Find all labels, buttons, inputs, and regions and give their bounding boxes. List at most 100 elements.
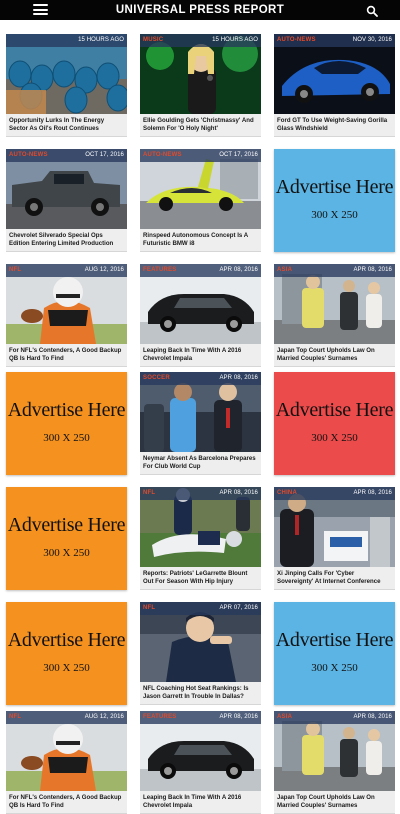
article-title[interactable]: For NFL's Contenders, A Good Backup QB I… <box>9 347 124 364</box>
article-date: APR 07, 2016 <box>219 605 258 611</box>
article-date: NOV 30, 2016 <box>352 37 392 43</box>
article-date: APR 08, 2016 <box>353 490 392 496</box>
ad-banner[interactable]: Advertise Here 300 X 250 <box>6 602 127 705</box>
article-caption: Leaping Back In Time With A 2016 Chevrol… <box>140 791 261 814</box>
ad-size-label: 300 X 250 <box>311 662 358 674</box>
article-card[interactable]: AUTO-NEWS OCT 17, 2016 Rinspeed Autonomo… <box>140 149 261 252</box>
article-title[interactable]: Reports: Patriots' LeGarrette Blount Out… <box>143 570 258 587</box>
article-tag-bar: MUSIC 15 HOURS AGO <box>140 34 261 47</box>
article-card[interactable]: AUTO-NEWS NOV 30, 2016 Ford GT To Use We… <box>274 34 395 137</box>
article-tag-bar: NFL AUG 12, 2016 <box>6 711 127 724</box>
article-date: 15 HOURS AGO <box>78 37 124 43</box>
search-icon[interactable] <box>366 4 378 17</box>
article-title[interactable]: Leaping Back In Time With A 2016 Chevrol… <box>143 794 258 811</box>
article-card[interactable]: AUTO-NEWS OCT 17, 2016 Chevrolet Silvera… <box>6 149 127 252</box>
article-card[interactable]: ASIA APR 08, 2016 Japan Top Court Uphold… <box>274 711 395 814</box>
article-title[interactable]: Rinspeed Autonomous Concept Is A Futuris… <box>143 232 258 249</box>
article-date: APR 08, 2016 <box>219 267 258 273</box>
article-category[interactable]: NFL <box>143 489 155 498</box>
article-tag-bar: FEATURES APR 08, 2016 <box>140 264 261 277</box>
ad-banner[interactable]: Advertise Here 300 X 250 <box>6 487 127 590</box>
article-category[interactable]: NFL <box>9 266 21 275</box>
article-category[interactable]: ASIA <box>277 713 292 722</box>
article-date: 15 HOURS AGO <box>212 37 258 43</box>
article-title[interactable]: For NFL's Contenders, A Good Backup QB I… <box>9 794 124 811</box>
article-title[interactable]: Japan Top Court Upholds Law On Married C… <box>277 794 392 811</box>
article-date: OCT 17, 2016 <box>85 152 124 158</box>
ad-size-label: 300 X 250 <box>311 209 358 221</box>
article-card[interactable]: MUSIC 15 HOURS AGO Ellie Goulding Gets '… <box>140 34 261 137</box>
article-card[interactable]: SOCCER APR 08, 2016 Neymar Absent As Bar… <box>140 372 261 475</box>
article-title[interactable]: Chevrolet Silverado Special Ops Edition … <box>9 232 124 249</box>
article-category[interactable]: AUTO-NEWS <box>143 151 182 160</box>
article-category[interactable]: FEATURES <box>143 713 177 722</box>
article-card[interactable]: NFL AUG 12, 2016 For NFL's Contenders, A… <box>6 264 127 367</box>
article-caption: For NFL's Contenders, A Good Backup QB I… <box>6 791 127 814</box>
ad-headline: Advertise Here <box>275 629 394 651</box>
article-category[interactable]: AUTO-NEWS <box>277 36 316 45</box>
ad-size-label: 300 X 250 <box>43 547 90 559</box>
article-tag-bar: 15 HOURS AGO <box>6 34 127 47</box>
article-tag-bar: SOCCER APR 08, 2016 <box>140 372 261 385</box>
article-caption: Ford GT To Use Weight-Saving Gorilla Gla… <box>274 114 395 137</box>
article-tag-bar: NFL AUG 12, 2016 <box>6 264 127 277</box>
article-date: APR 08, 2016 <box>353 714 392 720</box>
article-caption: Chevrolet Silverado Special Ops Edition … <box>6 229 127 252</box>
article-card[interactable]: 15 HOURS AGO Opportunity Lurks In The En… <box>6 34 127 137</box>
ad-headline: Advertise Here <box>275 399 394 421</box>
article-card[interactable]: NFL AUG 12, 2016 For NFL's Contenders, A… <box>6 711 127 814</box>
article-title[interactable]: Opportunity Lurks In The Energy Sector A… <box>9 117 124 134</box>
ad-banner[interactable]: Advertise Here 300 X 250 <box>274 602 395 705</box>
article-category[interactable]: ASIA <box>277 266 292 275</box>
hamburger-menu-icon[interactable] <box>33 3 48 16</box>
article-caption: Ellie Goulding Gets 'Christmassy' And So… <box>140 114 261 137</box>
ad-headline: Advertise Here <box>7 629 126 651</box>
article-date: AUG 12, 2016 <box>84 714 124 720</box>
article-caption: Japan Top Court Upholds Law On Married C… <box>274 344 395 367</box>
article-date: AUG 12, 2016 <box>84 267 124 273</box>
article-title[interactable]: NFL Coaching Hot Seat Rankings: Is Jason… <box>143 685 258 702</box>
article-title[interactable]: Xi Jinping Calls For 'Cyber Sovereignty'… <box>277 570 392 587</box>
article-title[interactable]: Ellie Goulding Gets 'Christmassy' And So… <box>143 117 258 134</box>
article-tag-bar: AUTO-NEWS OCT 17, 2016 <box>140 149 261 162</box>
article-category[interactable]: NFL <box>143 604 155 613</box>
article-category[interactable]: CHINA <box>277 489 297 498</box>
article-card[interactable]: CHINA APR 08, 2016 Xi Jinping Calls For … <box>274 487 395 590</box>
site-title[interactable]: UNIVERSAL PRESS REPORT <box>60 3 340 17</box>
article-category[interactable]: SOCCER <box>143 374 170 383</box>
article-caption: Japan Top Court Upholds Law On Married C… <box>274 791 395 814</box>
article-caption: Neymar Absent As Barcelona Prepares For … <box>140 452 261 475</box>
article-card[interactable]: ASIA APR 08, 2016 Japan Top Court Uphold… <box>274 264 395 367</box>
article-card[interactable]: FEATURES APR 08, 2016 Leaping Back In Ti… <box>140 711 261 814</box>
article-tag-bar: AUTO-NEWS OCT 17, 2016 <box>6 149 127 162</box>
article-category[interactable]: FEATURES <box>143 266 177 275</box>
article-date: APR 08, 2016 <box>219 714 258 720</box>
article-title[interactable]: Neymar Absent As Barcelona Prepares For … <box>143 455 258 472</box>
article-tag-bar: AUTO-NEWS NOV 30, 2016 <box>274 34 395 47</box>
article-title[interactable]: Leaping Back In Time With A 2016 Chevrol… <box>143 347 258 364</box>
article-card[interactable]: NFL APR 07, 2016 NFL Coaching Hot Seat R… <box>140 602 261 705</box>
article-date: OCT 17, 2016 <box>219 152 258 158</box>
ad-headline: Advertise Here <box>7 399 126 421</box>
ad-banner[interactable]: Advertise Here 300 X 250 <box>274 149 395 252</box>
article-category[interactable]: AUTO-NEWS <box>9 151 48 160</box>
article-date: APR 08, 2016 <box>219 490 258 496</box>
ad-banner[interactable]: Advertise Here 300 X 250 <box>6 372 127 475</box>
article-title[interactable]: Japan Top Court Upholds Law On Married C… <box>277 347 392 364</box>
article-category[interactable]: NFL <box>9 713 21 722</box>
top-nav-bar: UNIVERSAL PRESS REPORT <box>0 0 400 20</box>
article-tag-bar: NFL APR 07, 2016 <box>140 602 261 615</box>
ad-size-label: 300 X 250 <box>43 432 90 444</box>
article-card[interactable]: FEATURES APR 08, 2016 Leaping Back In Ti… <box>140 264 261 367</box>
article-date: APR 08, 2016 <box>353 267 392 273</box>
article-tag-bar: ASIA APR 08, 2016 <box>274 711 395 724</box>
article-card[interactable]: NFL APR 08, 2016 Reports: Patriots' LeGa… <box>140 487 261 590</box>
article-title[interactable]: Ford GT To Use Weight-Saving Gorilla Gla… <box>277 117 392 134</box>
article-date: APR 08, 2016 <box>219 375 258 381</box>
article-caption: Reports: Patriots' LeGarrette Blount Out… <box>140 567 261 590</box>
article-caption: Xi Jinping Calls For 'Cyber Sovereignty'… <box>274 567 395 590</box>
article-tag-bar: NFL APR 08, 2016 <box>140 487 261 500</box>
ad-banner[interactable]: Advertise Here 300 X 250 <box>274 372 395 475</box>
ad-size-label: 300 X 250 <box>311 432 358 444</box>
article-category[interactable]: MUSIC <box>143 36 163 45</box>
